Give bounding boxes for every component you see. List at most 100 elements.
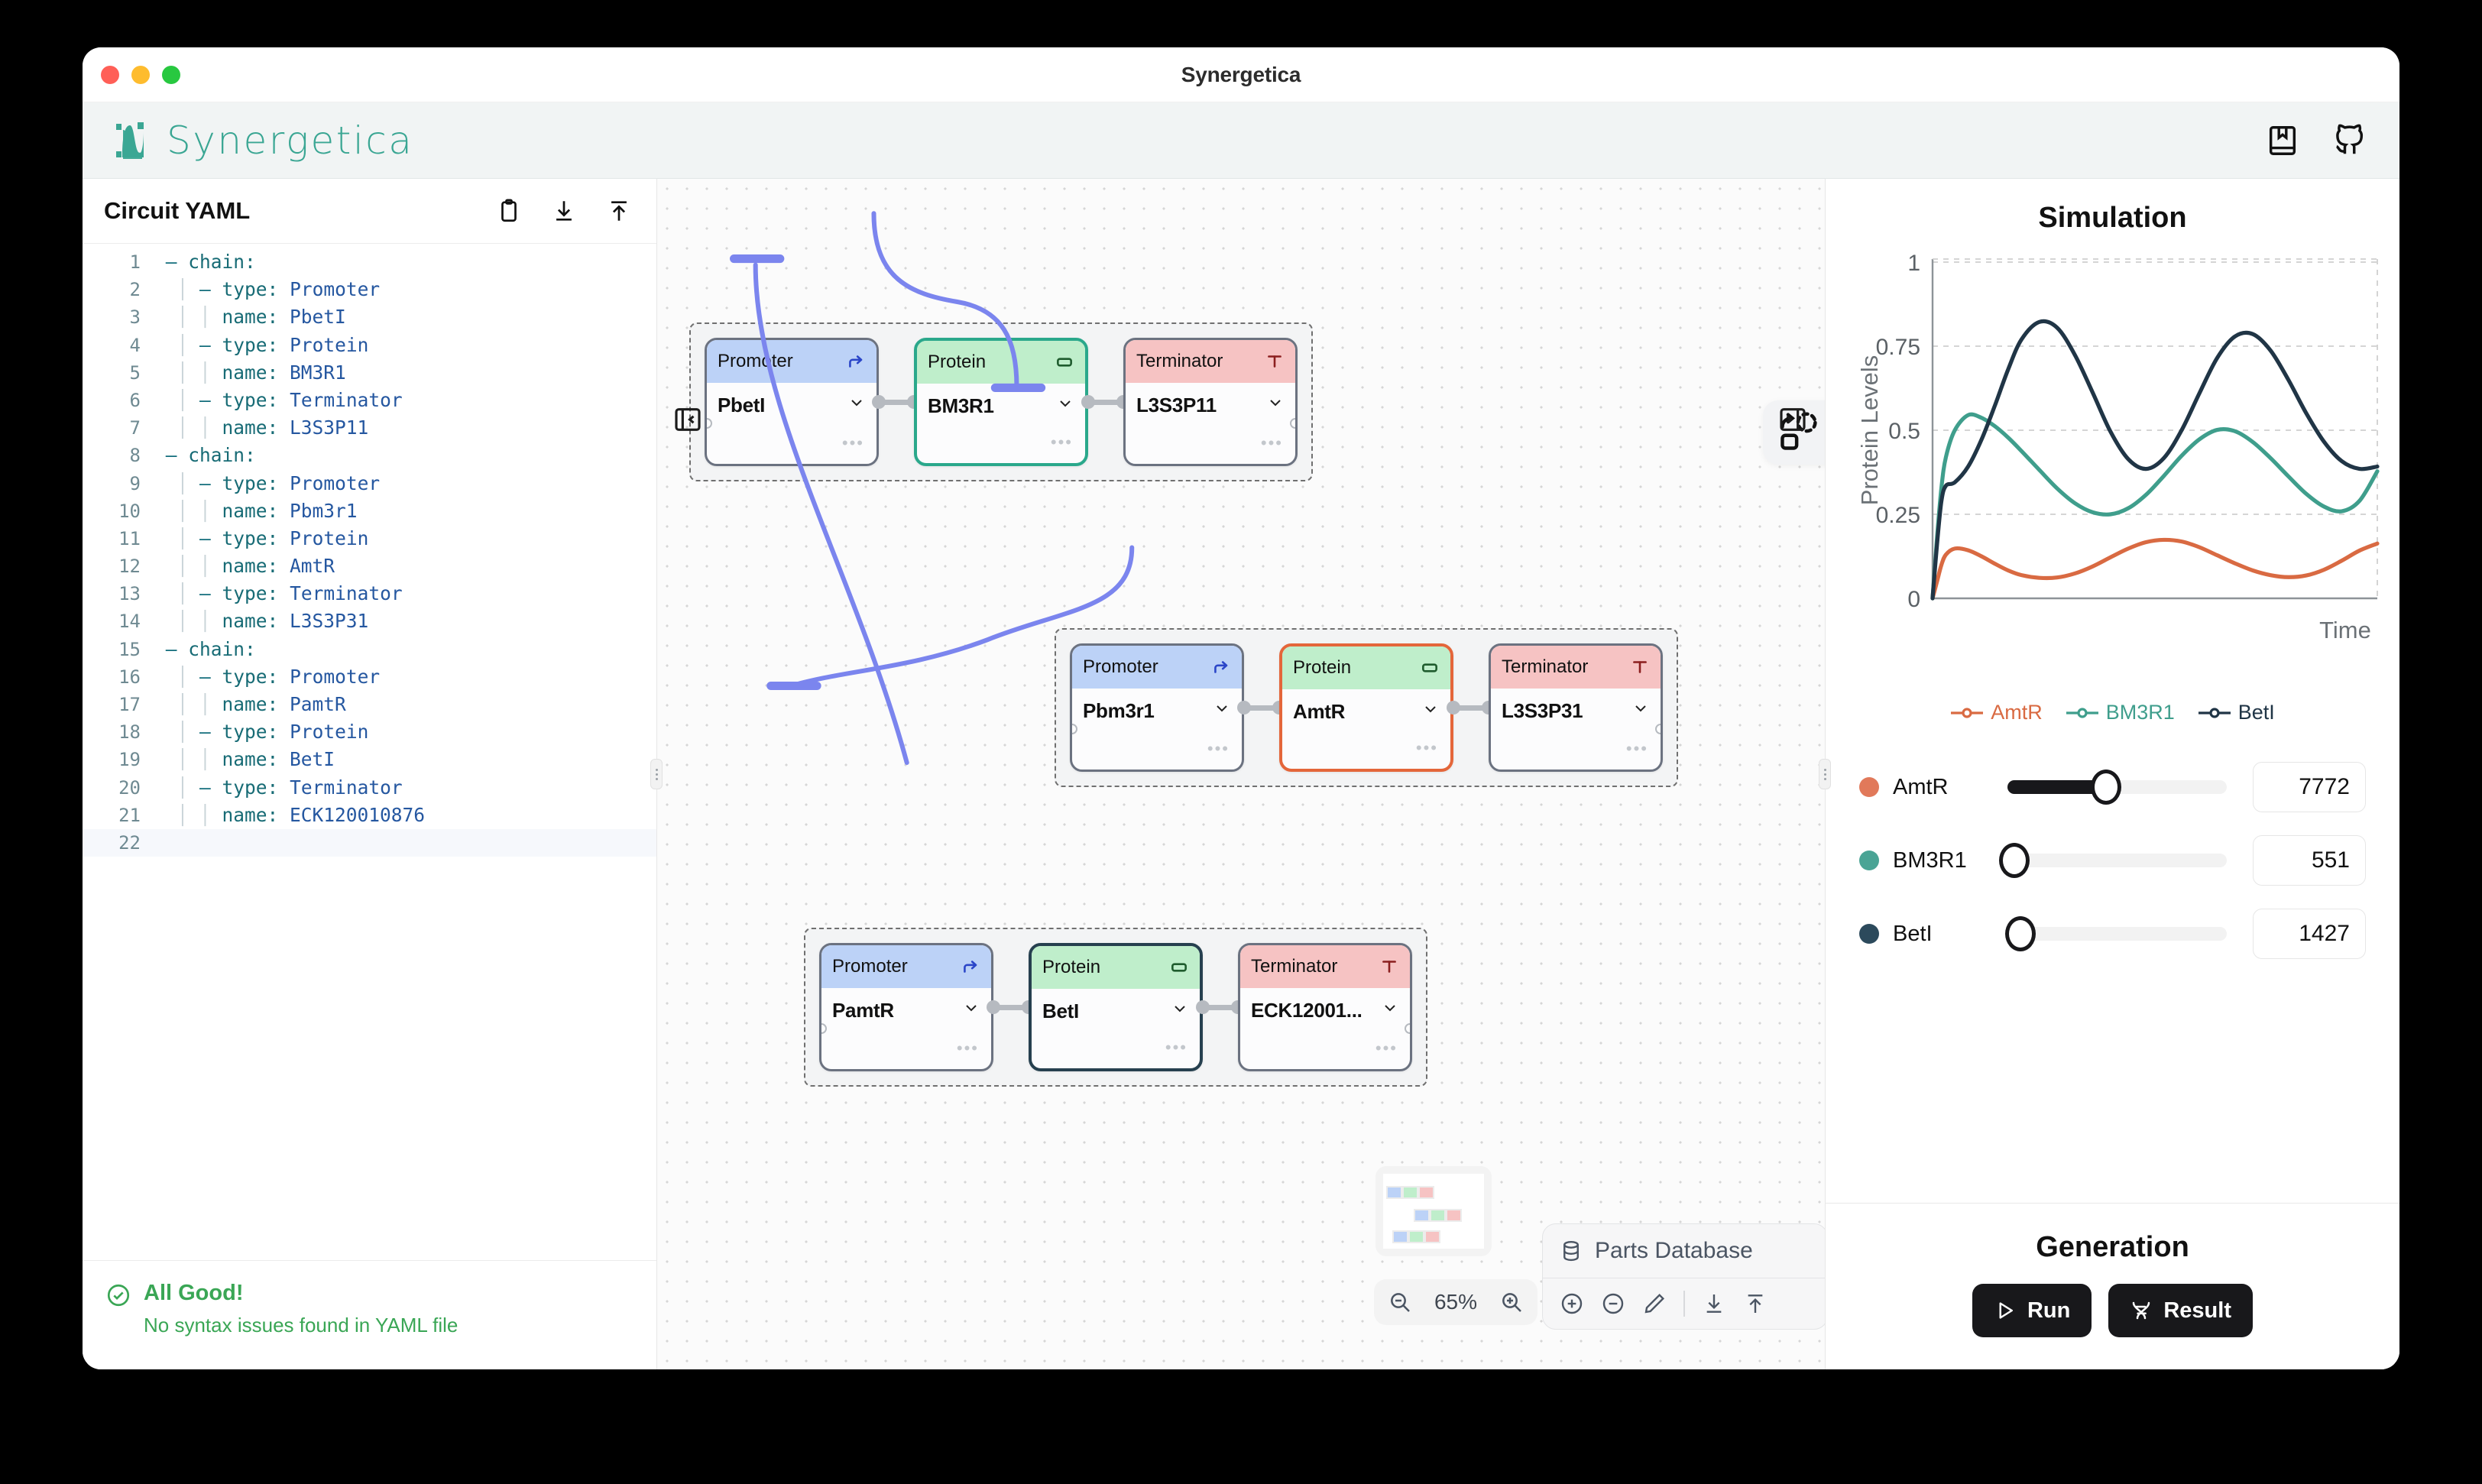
chevron-down-icon[interactable]: [1056, 394, 1074, 413]
node-more-icon[interactable]: •••: [1416, 738, 1438, 758]
slider-track[interactable]: [2005, 916, 2227, 951]
node-name-label: L3S3P31: [1502, 699, 1583, 722]
yaml-code-area[interactable]: 1 – chain: 2 │ – type: Promoter 3 │ │ name…: [83, 243, 656, 1260]
chain-group-2[interactable]: Promoter Pbm3r1 ••• Protein AmtR ••• Ter…: [1055, 628, 1678, 787]
node-terminator-l3s3p31[interactable]: Terminator L3S3P31 •••: [1489, 643, 1663, 772]
edit-part-icon[interactable]: [1642, 1291, 1667, 1316]
chain-group-1[interactable]: Promoter PbetI ••• Protein BM3R1 ••• Ter…: [689, 322, 1313, 481]
chevron-down-icon[interactable]: [1171, 1000, 1189, 1018]
yaml-line-number: 11: [118, 527, 141, 549]
export-parts-icon[interactable]: [1743, 1291, 1768, 1316]
brand-name: Synergetica: [167, 118, 414, 163]
chart-series-amtr: [1930, 537, 2380, 601]
app-window: Synergetica Synergetica Circuit YAML 1 –…: [83, 47, 2399, 1369]
node-type-label: Terminator: [1136, 351, 1223, 371]
node-terminator-l3s3p11[interactable]: Terminator L3S3P11 •••: [1123, 338, 1298, 466]
docs-book-icon[interactable]: [2265, 123, 2300, 158]
generation-result-button[interactable]: Result: [2108, 1284, 2253, 1337]
yaml-editor-pane: Circuit YAML 1 – chain: 2 │ – type: Prom…: [83, 179, 663, 1369]
import-parts-icon[interactable]: [1702, 1291, 1726, 1316]
legend-item[interactable]: AmtR: [1950, 701, 2043, 724]
slider-track[interactable]: [1998, 843, 2227, 878]
node-more-icon[interactable]: •••: [957, 1038, 979, 1058]
slider-value-field[interactable]: 551: [2253, 835, 2366, 886]
legend-item[interactable]: BetI: [2198, 701, 2275, 724]
node-more-icon[interactable]: •••: [1165, 1038, 1188, 1058]
slider-thumb[interactable]: [2005, 916, 2036, 951]
chain-group-3[interactable]: Promoter PamtR ••• Protein BetI ••• Term…: [804, 928, 1427, 1087]
node-more-icon[interactable]: •••: [1207, 739, 1230, 759]
node-port-left[interactable]: [1072, 724, 1077, 734]
chart-svg: 00.250.50.751Protein LevelsTime: [1856, 251, 2380, 643]
chevron-down-icon[interactable]: [1266, 394, 1285, 412]
chevron-down-icon[interactable]: [1381, 999, 1399, 1017]
node-type-label: Terminator: [1502, 656, 1589, 677]
yaml-line: 15 – chain:: [83, 636, 656, 663]
chevron-down-icon[interactable]: [1213, 699, 1231, 718]
zoom-out-icon[interactable]: [1388, 1290, 1412, 1314]
download-icon[interactable]: [551, 198, 577, 224]
canvas-minimap[interactable]: [1375, 1166, 1492, 1256]
node-name-label: L3S3P11: [1136, 394, 1217, 416]
yaml-line-number: 7: [129, 417, 141, 439]
chevron-down-icon[interactable]: [1631, 699, 1650, 718]
copy-clipboard-icon[interactable]: [496, 198, 522, 224]
yaml-line-number: 14: [118, 611, 141, 633]
node-port-right[interactable]: [1290, 418, 1295, 429]
yaml-line-text: │ │ name: BM3R1: [154, 361, 346, 384]
slider-value-field[interactable]: 1427: [2253, 909, 2366, 959]
generation-run-button[interactable]: Run: [1972, 1284, 2092, 1337]
node-type-label: Protein: [928, 352, 987, 372]
left-pane-resize-handle[interactable]: [650, 759, 663, 789]
status-title: All Good!: [144, 1281, 244, 1305]
node-more-icon[interactable]: •••: [1626, 739, 1648, 759]
chevron-down-icon[interactable]: [962, 999, 980, 1017]
panel-collapse-left-icon[interactable]: [672, 404, 703, 435]
node-protein-amtr[interactable]: Protein AmtR •••: [1279, 643, 1453, 772]
node-port-left[interactable]: [821, 1023, 827, 1034]
node-promoter-pamtr[interactable]: Promoter PamtR •••: [819, 943, 993, 1071]
zoom-in-icon[interactable]: [1499, 1290, 1524, 1314]
node-port-right[interactable]: [1655, 724, 1661, 734]
chevron-down-icon[interactable]: [847, 394, 866, 412]
remove-part-icon[interactable]: [1601, 1291, 1625, 1316]
slider-value-field[interactable]: 7772: [2253, 762, 2366, 812]
yaml-code-lines: 1 – chain: 2 │ – type: Promoter 3 │ │ name…: [83, 248, 656, 857]
node-terminator-eck120010876[interactable]: Terminator ECK12001... •••: [1238, 943, 1412, 1071]
legend-label: BetI: [2237, 701, 2275, 724]
node-promoter-pbeti[interactable]: Promoter PbetI •••: [705, 338, 879, 466]
parts-database-header[interactable]: Parts Database: [1543, 1224, 1825, 1278]
yaml-line: 16 │ – type: Promoter: [83, 663, 656, 691]
node-promoter-pbm3r1[interactable]: Promoter Pbm3r1 •••: [1070, 643, 1244, 772]
slider-thumb[interactable]: [1998, 843, 2030, 878]
slider-thumb[interactable]: [2091, 770, 2122, 805]
chevron-down-icon[interactable]: [1421, 700, 1440, 718]
node-port-right[interactable]: [1405, 1023, 1410, 1034]
node-connector: [1237, 701, 1286, 714]
github-icon[interactable]: [2332, 123, 2367, 158]
node-more-icon[interactable]: •••: [1051, 433, 1073, 452]
node-port-left[interactable]: [707, 418, 712, 429]
slider-label: AmtR: [1893, 774, 1949, 799]
terminator-icon: [1379, 957, 1399, 977]
node-more-icon[interactable]: •••: [1261, 433, 1283, 453]
circuit-canvas[interactable]: Promoter PbetI ••• Protein BM3R1 ••• Ter…: [657, 179, 1825, 1369]
node-protein-beti[interactable]: Protein BetI •••: [1029, 943, 1203, 1071]
right-pane-resize-handle[interactable]: [1819, 759, 1831, 789]
slider-row-amtr: AmtR 7772: [1859, 750, 2366, 824]
brand-logo: Synergetica: [115, 118, 413, 163]
simulation-pane: Simulation 0 0.25 0.5 0.75 1 Protein Levels Ti…: [1819, 179, 2399, 1369]
yaml-line: 10 │ │ name: Pbm3r1: [83, 497, 656, 525]
node-more-icon[interactable]: •••: [842, 433, 864, 453]
yaml-line-number: 3: [129, 306, 141, 329]
node-more-icon[interactable]: •••: [1375, 1038, 1398, 1058]
add-part-icon[interactable]: [1560, 1291, 1584, 1316]
upload-icon[interactable]: [606, 198, 632, 224]
yaml-line-text: │ │ name: Pbm3r1: [154, 499, 358, 522]
node-protein-bm3r1[interactable]: Protein BM3R1 •••: [914, 338, 1088, 466]
panel-collapse-right-icon[interactable]: [1777, 404, 1808, 435]
yaml-line-number: 1: [129, 251, 141, 273]
legend-item[interactable]: BM3R1: [2066, 701, 2175, 724]
yaml-line-text: │ – type: Terminator: [154, 388, 403, 411]
slider-track[interactable]: [2007, 770, 2227, 805]
